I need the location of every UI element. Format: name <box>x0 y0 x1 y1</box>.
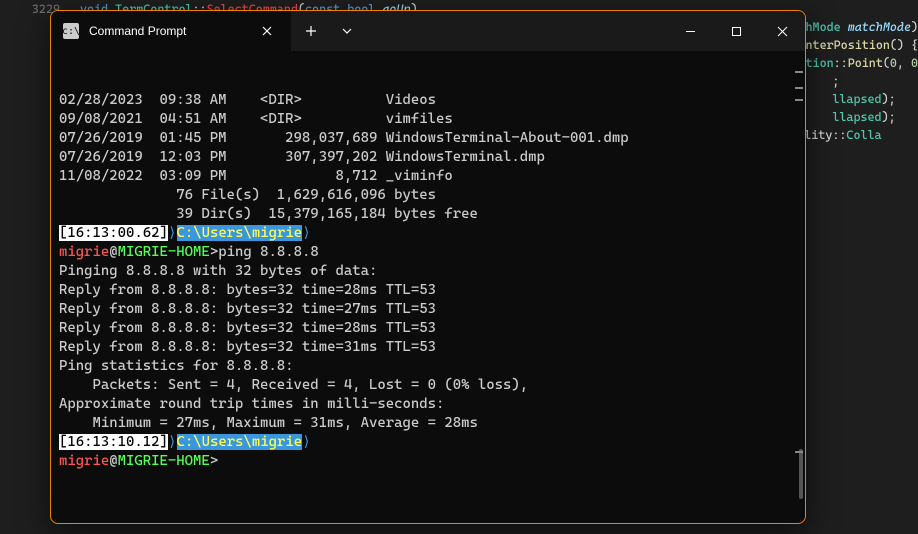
tab-title: Command Prompt <box>89 24 243 38</box>
new-tab-button[interactable] <box>295 15 327 47</box>
scrollbar-thumb[interactable] <box>799 449 803 499</box>
terminal-window: c:\ Command Prompt 02/28/2023 09:38 <box>50 10 806 524</box>
tab-command-prompt[interactable]: c:\ Command Prompt <box>51 11 291 51</box>
scrollbar[interactable] <box>795 51 803 523</box>
cmd-icon: c:\ <box>63 23 79 39</box>
maximize-button[interactable] <box>713 15 759 47</box>
window-controls <box>667 15 805 47</box>
scroll-mark[interactable] <box>795 99 803 101</box>
titlebar[interactable]: c:\ Command Prompt <box>51 11 805 51</box>
minimize-button[interactable] <box>667 15 713 47</box>
close-button[interactable] <box>759 15 805 47</box>
tab-dropdown-button[interactable] <box>331 15 363 47</box>
scroll-mark[interactable] <box>795 71 803 73</box>
tab-close-button[interactable] <box>253 17 281 45</box>
terminal-output[interactable]: 02/28/2023 09:38 AM <DIR> Videos09/08/20… <box>51 51 805 523</box>
scroll-mark[interactable] <box>795 451 803 453</box>
scroll-mark[interactable] <box>795 87 803 89</box>
